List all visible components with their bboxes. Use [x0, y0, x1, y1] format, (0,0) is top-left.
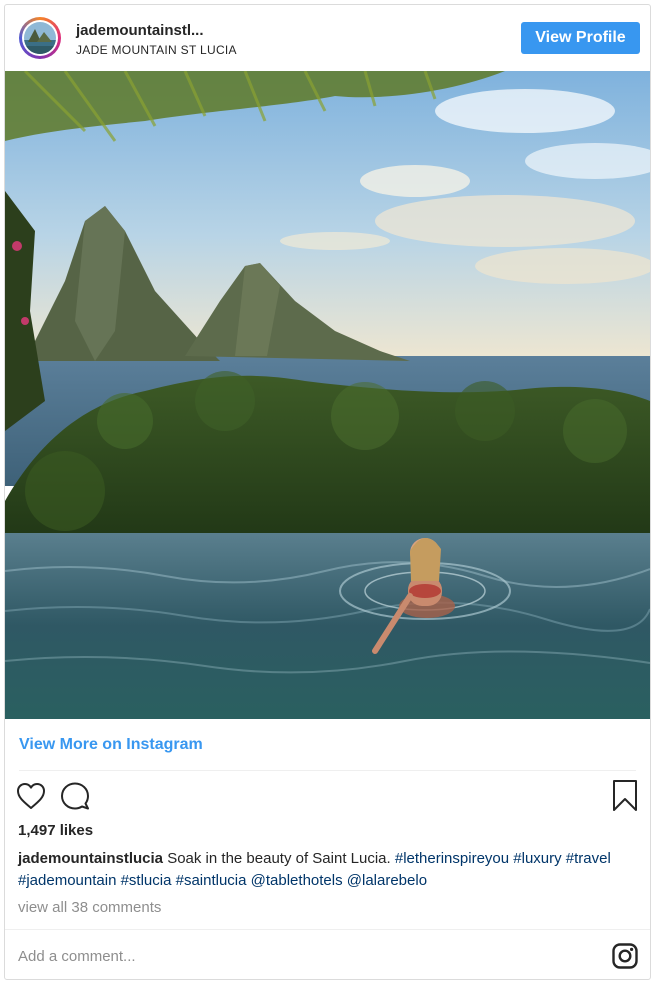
view-more-on-instagram-link[interactable]: View More on Instagram	[19, 736, 203, 754]
caption-username[interactable]: jademountainstlucia	[18, 850, 163, 867]
header-location[interactable]: JADE MOUNTAIN ST LUCIA	[76, 43, 237, 57]
caption-text: Soak in the beauty of Saint Lucia.	[163, 850, 395, 867]
post-header: jademountainstl... JADE MOUNTAIN ST LUCI…	[5, 5, 650, 71]
instagram-logo-icon[interactable]	[612, 943, 638, 969]
instagram-embed-card: jademountainstl... JADE MOUNTAIN ST LUCI…	[4, 4, 651, 980]
header-username[interactable]: jademountainstl...	[76, 22, 204, 39]
divider	[5, 929, 650, 930]
bookmark-icon[interactable]	[610, 779, 640, 813]
divider	[19, 770, 636, 771]
add-comment-input[interactable]	[18, 941, 578, 971]
view-profile-button[interactable]: View Profile	[521, 22, 640, 54]
likes-count[interactable]: 1,497 likes	[18, 822, 93, 839]
view-all-comments-link[interactable]: view all 38 comments	[18, 899, 161, 916]
post-caption: jademountainstlucia Soak in the beauty o…	[18, 848, 628, 892]
post-image[interactable]	[5, 71, 650, 719]
avatar-image	[24, 22, 56, 54]
avatar[interactable]	[19, 17, 61, 59]
comment-bubble-icon[interactable]	[59, 780, 91, 812]
heart-icon[interactable]	[15, 780, 47, 812]
